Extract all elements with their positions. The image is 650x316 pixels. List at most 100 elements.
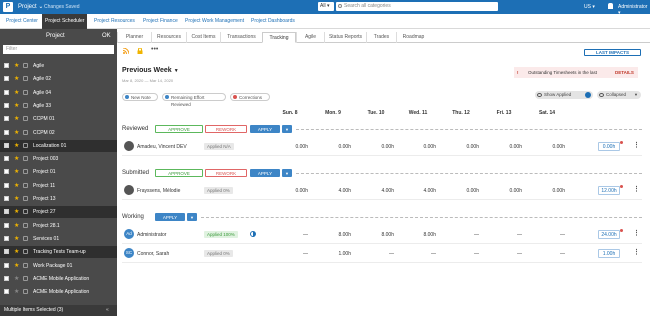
hours-cell[interactable]: —: [439, 232, 479, 238]
apply-button[interactable]: APPLY: [250, 169, 280, 177]
total-hours[interactable]: 0.00h: [598, 142, 620, 151]
sidebar-project-item[interactable]: ★ ACME Mobile Application: [0, 286, 117, 298]
hours-cell[interactable]: 4.00h: [354, 188, 394, 194]
select-checkbox[interactable]: [4, 222, 9, 228]
sidebar-project-item[interactable]: ★ Project 01: [0, 166, 117, 178]
hours-cell[interactable]: —: [354, 251, 394, 257]
tab-transactions[interactable]: Transactions: [220, 32, 262, 43]
show-applied-toggle[interactable]: Show Applied: [535, 91, 593, 99]
sidebar-project-item[interactable]: ★ Localization 01: [0, 139, 117, 152]
approve-button[interactable]: APPROVE: [155, 125, 203, 133]
tab-cost-items[interactable]: Cost Items: [186, 32, 220, 43]
star-icon[interactable]: ★: [14, 100, 19, 112]
apply-button[interactable]: APPLY: [155, 213, 185, 221]
select-checkbox[interactable]: [4, 289, 9, 295]
resource-name[interactable]: Amadeu, Vincent DEV: [137, 144, 187, 150]
apply-options-button[interactable]: ▼: [187, 213, 197, 221]
last-impacts-button[interactable]: LAST IMPACTS: [584, 49, 641, 56]
hours-cell[interactable]: 8.00h: [354, 232, 394, 238]
hours-cell[interactable]: 4.00h: [311, 188, 351, 194]
sidebar-project-item[interactable]: ★ CCPM 02: [0, 127, 117, 139]
total-hours[interactable]: 12.00h: [598, 186, 620, 195]
app-logo[interactable]: P: [3, 2, 13, 12]
select-checkbox[interactable]: [4, 169, 9, 175]
star-icon[interactable]: ★: [14, 273, 19, 285]
sidebar-project-item[interactable]: ★ Agile 02: [0, 73, 117, 85]
hours-cell[interactable]: 0.00h: [439, 188, 479, 194]
rss-icon[interactable]: [123, 48, 129, 54]
hours-cell[interactable]: 0.00h: [482, 144, 522, 150]
details-link[interactable]: DETAILS: [615, 67, 634, 78]
star-icon[interactable]: ★: [14, 260, 19, 272]
hours-cell[interactable]: 0.00h: [268, 188, 308, 194]
filter-input[interactable]: Filter: [3, 45, 114, 54]
sidebar-project-item[interactable]: ★ Project 28.1: [0, 220, 117, 232]
sidebar-project-item[interactable]: ★ Agile 33: [0, 100, 117, 112]
select-checkbox[interactable]: [4, 129, 9, 135]
star-icon[interactable]: ★: [14, 286, 19, 298]
tab-resources[interactable]: Resources: [151, 32, 186, 43]
select-checkbox[interactable]: [4, 209, 9, 215]
hours-cell[interactable]: —: [396, 251, 436, 257]
nav-tab-project-center[interactable]: Project Center: [3, 14, 41, 29]
hours-cell[interactable]: 0.00h: [525, 144, 565, 150]
hours-cell[interactable]: —: [439, 251, 479, 257]
star-icon[interactable]: ★: [14, 180, 19, 192]
nav-tab-project-finance[interactable]: Project Finance: [140, 14, 181, 29]
sidebar-project-item[interactable]: ★ Services 01: [0, 233, 117, 245]
star-icon[interactable]: ★: [14, 73, 19, 85]
hours-cell[interactable]: 0.00h: [439, 144, 479, 150]
row-menu-icon[interactable]: ⋮: [633, 186, 640, 193]
sidebar-project-item[interactable]: ★ Tracking Tests Team-up: [0, 246, 117, 259]
lock-icon[interactable]: [137, 48, 143, 54]
hours-cell[interactable]: —: [268, 251, 308, 257]
total-hours[interactable]: 24.00h: [598, 230, 620, 239]
search-input[interactable]: Search all categories: [336, 2, 498, 11]
new-note-filter[interactable]: New Note: [122, 93, 158, 101]
more-icon[interactable]: •••: [151, 46, 158, 53]
select-checkbox[interactable]: [4, 182, 9, 188]
apply-button[interactable]: APPLY: [250, 125, 280, 133]
period-selector[interactable]: Previous Week ▼: [122, 67, 179, 74]
sidebar-project-item[interactable]: ★ Project 27: [0, 206, 117, 219]
star-icon[interactable]: ★: [14, 140, 19, 152]
star-icon[interactable]: ★: [14, 193, 19, 205]
sidebar-project-item[interactable]: ★ Project 13: [0, 193, 117, 205]
rework-button[interactable]: REWORK: [205, 125, 247, 133]
resource-name[interactable]: Frayssens, Mélodie: [137, 188, 180, 194]
apply-options-button[interactable]: ▼: [282, 169, 292, 177]
resource-name[interactable]: Connor, Sarah: [137, 251, 169, 257]
hours-cell[interactable]: 4.00h: [396, 188, 436, 194]
collapsed-select[interactable]: Collapsed ▼: [597, 91, 641, 99]
row-menu-icon[interactable]: ⋮: [633, 230, 640, 237]
resource-name[interactable]: Administrator: [137, 232, 166, 238]
select-checkbox[interactable]: [4, 102, 9, 108]
sidebar-project-item[interactable]: ★ ACME Mobile Application: [0, 273, 117, 285]
star-icon[interactable]: ★: [14, 206, 19, 218]
hours-cell[interactable]: 0.00h: [396, 144, 436, 150]
collapse-icon[interactable]: «: [106, 305, 109, 316]
select-checkbox[interactable]: [4, 262, 9, 268]
star-icon[interactable]: ★: [14, 113, 19, 125]
tab-agile[interactable]: Agile: [296, 32, 324, 43]
row-menu-icon[interactable]: ⋮: [633, 142, 640, 149]
approve-button[interactable]: APPROVE: [155, 169, 203, 177]
sidebar-project-item[interactable]: ★ CCPM 01: [0, 113, 117, 125]
tab-planner[interactable]: Planner: [117, 32, 151, 43]
hours-cell[interactable]: —: [525, 251, 565, 257]
star-icon[interactable]: ★: [14, 166, 19, 178]
hours-cell[interactable]: 0.00h: [525, 188, 565, 194]
hours-cell[interactable]: 0.00h: [311, 144, 351, 150]
tab-status-reports[interactable]: Status Reports: [324, 32, 366, 43]
corrections-filter[interactable]: Corrections: [230, 93, 270, 101]
tab-roadmap[interactable]: Roadmap: [396, 32, 430, 43]
total-hours[interactable]: 1.00h: [598, 249, 620, 258]
hours-cell[interactable]: —: [268, 232, 308, 238]
hours-cell[interactable]: —: [482, 232, 522, 238]
hours-cell[interactable]: —: [482, 251, 522, 257]
bell-icon[interactable]: [608, 3, 613, 9]
locale-select[interactable]: US ▾: [584, 4, 595, 10]
star-icon[interactable]: ★: [14, 246, 19, 258]
remaining-effort-filter[interactable]: Remaining Effort Reviewed: [162, 93, 226, 107]
hours-cell[interactable]: 8.00h: [396, 232, 436, 238]
